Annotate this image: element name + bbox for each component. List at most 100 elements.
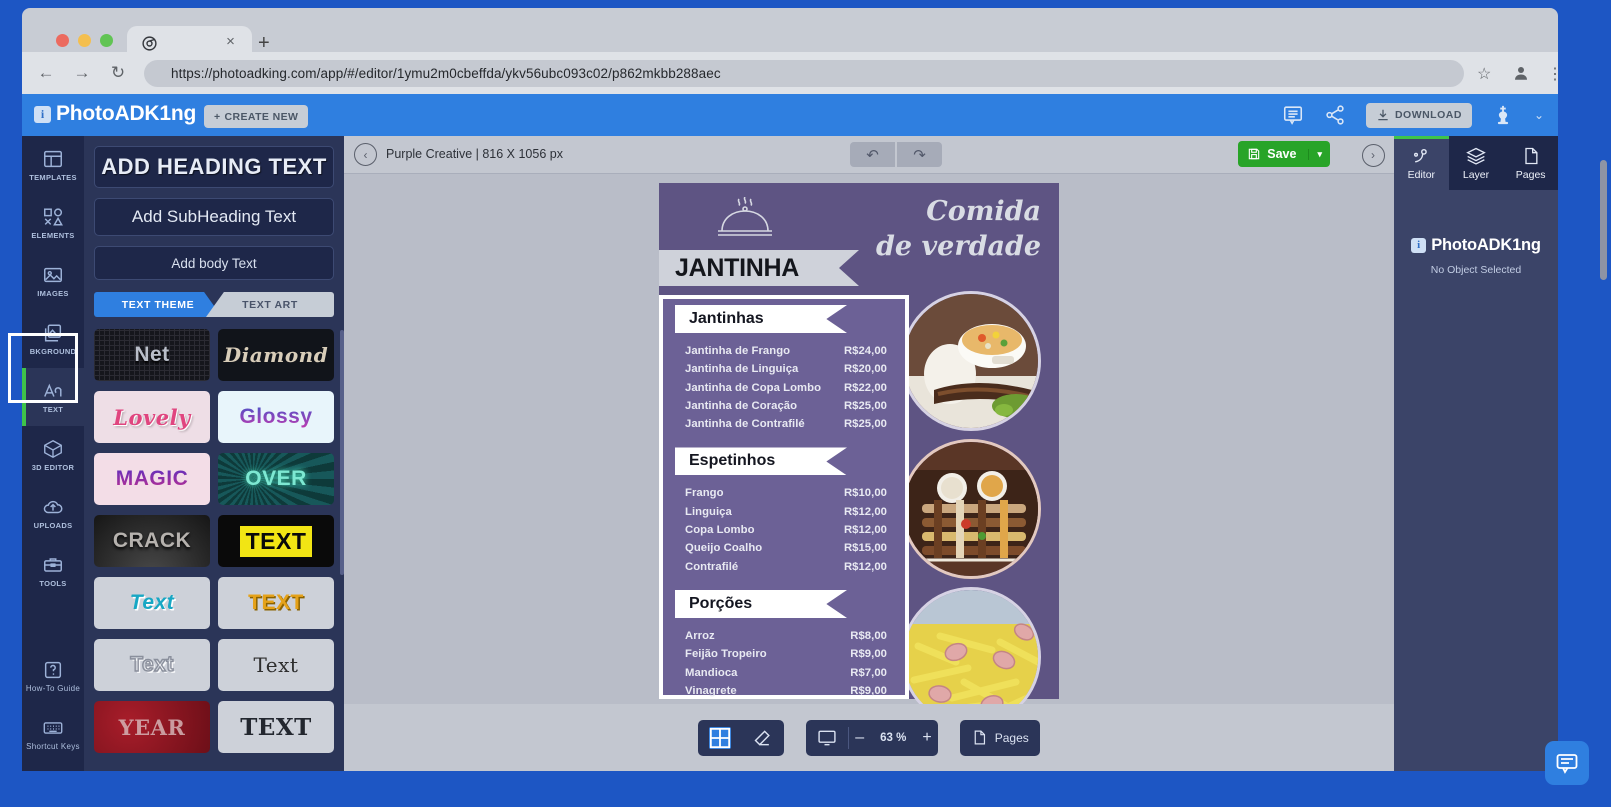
sidebar-item-uploads[interactable]: UPLOADS <box>22 484 84 542</box>
add-subheading-text-button[interactable]: Add SubHeading Text <box>94 198 334 236</box>
sidebar-item-background[interactable]: BKGROUND <box>22 310 84 368</box>
text-theme-thumbnail[interactable]: Text <box>94 639 210 691</box>
tab-label: Pages <box>1515 168 1546 181</box>
window-traffic-lights <box>56 34 113 47</box>
sidebar-label: BKGROUND <box>29 347 77 356</box>
text-theme-thumbnail[interactable]: MAGIC <box>94 453 210 505</box>
close-tab-button[interactable]: × <box>223 34 238 50</box>
menu-section-title-text: Espetinhos <box>689 452 776 470</box>
sidebar-item-how-to-guide[interactable]: How-To Guide <box>22 647 84 705</box>
chat-bubble-icon[interactable] <box>1545 741 1589 785</box>
text-theme-thumbnail[interactable]: Text <box>218 639 334 691</box>
address-bar[interactable]: https://photoadking.com/app/#/editor/1ym… <box>144 60 1464 87</box>
pages-label: Pages <box>994 730 1029 745</box>
text-theme-label: TEXT <box>248 591 304 614</box>
app-logo[interactable]: i PhotoADK1ng <box>34 102 196 126</box>
maximize-window-button[interactable] <box>100 34 113 47</box>
add-body-text-button[interactable]: Add body Text <box>94 246 334 280</box>
king-chess-piece-icon[interactable] <box>1492 104 1514 126</box>
menu-item-name: Vinagrete <box>685 684 737 697</box>
sidebar-item-elements[interactable]: ELEMENTS <box>22 194 84 252</box>
text-theme-label: Text <box>129 591 175 614</box>
close-window-button[interactable] <box>56 34 69 47</box>
menu-item-row: Contrafilé R$12,00 <box>685 558 887 576</box>
chevron-left-circle-icon[interactable]: ‹ <box>354 143 377 166</box>
pages-button[interactable]: Pages <box>959 719 1040 756</box>
text-theme-thumbnail[interactable]: OVER <box>218 453 334 505</box>
reload-icon[interactable]: ↻ <box>108 63 128 83</box>
text-theme-thumbnail[interactable]: TEXT <box>218 515 334 567</box>
sidebar-item-text[interactable]: TEXT <box>22 368 84 426</box>
menu-section-items: Jantinha de Frango R$24,00 Jantinha de Lin… <box>685 342 887 433</box>
chevron-down-icon[interactable]: ⌄ <box>1534 108 1544 122</box>
sidebar-item-templates[interactable]: TEMPLATES <box>22 136 84 194</box>
text-theme-label: MAGIC <box>115 467 189 490</box>
download-button[interactable]: DOWNLOAD <box>1365 102 1472 128</box>
sidebar-item-images[interactable]: IMAGES <box>22 252 84 310</box>
poster-design[interactable]: JANTINHA Comida de verdade Jantinhas Jan… <box>659 183 1059 727</box>
sidebar-item-3d-editor[interactable]: 3D EDITOR <box>22 426 84 484</box>
right-panel-scrollbar[interactable] <box>1600 160 1607 280</box>
tab-layer[interactable]: Layer <box>1448 136 1504 190</box>
tab-editor[interactable]: Editor <box>1394 136 1449 190</box>
sidebar-label: 3D EDITOR <box>31 463 75 472</box>
app-root: × + ← → ↻ https://photoadking.com/app/#/… <box>0 0 1611 807</box>
text-theme-thumbnail[interactable]: TEXT <box>218 701 334 753</box>
text-theme-label: Diamond <box>223 343 329 367</box>
logo-text: PhotoADK1ng <box>56 102 197 125</box>
text-theme-thumbnail[interactable]: TEXT <box>218 577 334 629</box>
bookmark-star-icon[interactable]: ☆ <box>1477 64 1495 83</box>
menu-item-name: Jantinha de Coração <box>685 399 798 412</box>
text-theme-thumbnail[interactable]: CRACK <box>94 515 210 567</box>
new-tab-button[interactable]: + <box>258 33 270 53</box>
menu-item-price: R$25,00 <box>843 399 887 412</box>
left-sidebar: TEMPLATES ELEMENTS IMAGES BKGROUND TEXT … <box>22 136 84 771</box>
eraser-icon[interactable] <box>742 720 784 756</box>
text-theme-thumbnail[interactable]: Text <box>94 577 210 629</box>
create-new-button[interactable]: + CREATE NEW <box>204 105 309 128</box>
text-theme-label: Net <box>134 343 170 366</box>
canvas-area[interactable]: JANTINHA Comida de verdade Jantinhas Jan… <box>344 174 1394 771</box>
sidebar-item-shortcut-keys[interactable]: Shortcut Keys <box>22 705 84 763</box>
expand-panel-button[interactable]: › <box>1355 143 1391 167</box>
grid-toggle-icon[interactable] <box>698 720 742 756</box>
document-title: Purple Creative | 816 X 1056 px <box>386 147 563 161</box>
back-arrow-icon[interactable]: ← <box>36 63 56 83</box>
forward-arrow-icon[interactable]: → <box>72 63 92 83</box>
zoom-in-button[interactable]: + <box>916 729 937 747</box>
text-theme-thumbnail[interactable]: Lovely <box>94 391 210 443</box>
save-dropdown-caret[interactable]: ▾ <box>1308 148 1330 160</box>
share-icon[interactable] <box>1324 104 1346 126</box>
sidebar-item-tools[interactable]: TOOLS <box>22 542 84 600</box>
menu-item-name: Feijão Tropeiro <box>685 648 767 661</box>
tab-text-theme[interactable]: TEXT THEME <box>94 292 222 317</box>
text-theme-thumbnail[interactable]: Net <box>94 329 210 381</box>
menu-section-title: Porções <box>675 589 847 618</box>
text-theme-label: Text <box>129 652 174 676</box>
profile-avatar-icon[interactable] <box>1512 64 1530 82</box>
poster-header: JANTINHA Comida de verdade <box>659 183 1059 303</box>
text-theme-thumbnail[interactable]: YEAR <box>94 701 210 753</box>
undo-icon[interactable]: ↶ <box>850 142 895 167</box>
tab-pages[interactable]: Pages <box>1503 136 1559 190</box>
text-icon <box>44 383 62 397</box>
right-panel-tabs: Editor Layer Pages <box>1394 136 1559 190</box>
menu-item-name: Mandioca <box>685 666 738 679</box>
redo-icon[interactable]: ↷ <box>897 142 942 167</box>
menu-item-price: R$12,00 <box>843 560 887 573</box>
fit-screen-icon[interactable] <box>806 720 848 756</box>
tab-text-art[interactable]: TEXT ART <box>206 292 334 317</box>
menu-item-price: R$15,00 <box>843 542 887 555</box>
text-theme-thumbnail[interactable]: Diamond <box>218 329 334 381</box>
add-heading-text-button[interactable]: ADD HEADING TEXT <box>94 146 334 188</box>
download-icon <box>1378 109 1388 121</box>
text-theme-thumbnail[interactable]: Glossy <box>218 391 334 443</box>
empty-state-text: No Object Selected <box>1430 264 1522 276</box>
save-button[interactable]: Save ▾ <box>1238 141 1330 167</box>
pages-button-inner[interactable]: Pages <box>960 720 1040 756</box>
kebab-menu-icon[interactable]: ⋮ <box>1546 64 1564 83</box>
chevron-right-circle-icon[interactable]: › <box>1361 143 1385 167</box>
zoom-out-button[interactable]: – <box>849 729 870 747</box>
comment-icon[interactable] <box>1282 104 1304 126</box>
minimize-window-button[interactable] <box>78 34 91 47</box>
